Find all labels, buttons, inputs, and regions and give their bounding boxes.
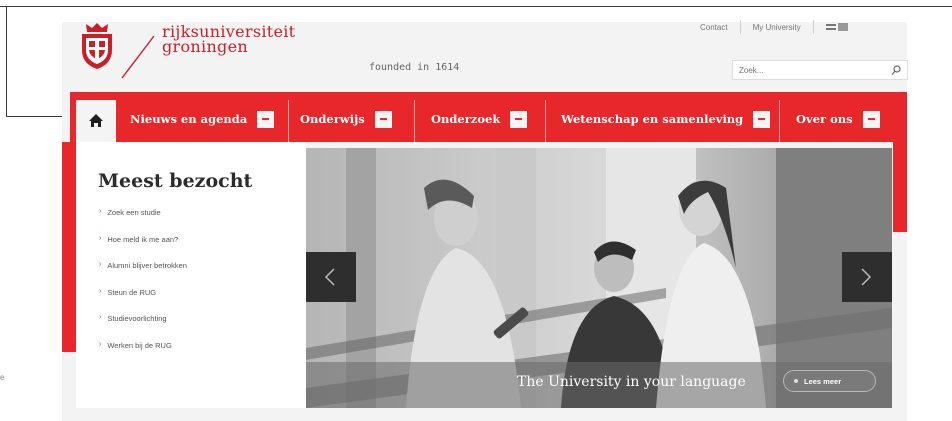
nav-item-over-ons[interactable]: Over ons: [796, 108, 880, 130]
arrow-right-icon: ›: [99, 340, 102, 348]
university-crest-icon[interactable]: [78, 22, 116, 70]
chevron-down-icon[interactable]: [862, 110, 880, 128]
utility-separator: [739, 20, 741, 34]
quick-link-label: Alumni blijver betrokken: [107, 261, 187, 270]
quick-link[interactable]: › Steun de RUG: [99, 288, 187, 315]
language-flag-icon[interactable]: [825, 23, 848, 31]
hero-caption: The University in your language: [517, 374, 746, 390]
frame-line: [6, 6, 7, 116]
nav-home-button[interactable]: [76, 100, 116, 142]
red-frame-right: [893, 142, 907, 232]
nav-divider: [288, 100, 289, 142]
search-box[interactable]: [732, 60, 908, 80]
nav-divider: [779, 100, 780, 142]
nav-divider: [414, 100, 415, 142]
chevron-down-icon[interactable]: [257, 110, 275, 128]
logo-slash-icon: [121, 35, 155, 79]
quick-link-label: Werken bij de RUG: [107, 340, 172, 350]
nav-item-onderwijs[interactable]: Onderwijs: [300, 108, 392, 130]
quick-link[interactable]: › Zoek een studie: [99, 208, 187, 235]
right-gutter: [893, 232, 907, 421]
read-more-button[interactable]: Lees meer: [783, 370, 876, 392]
nav-item-label: Onderwijs: [300, 112, 365, 126]
red-frame-left: [62, 142, 76, 352]
nav-item-label: Nieuws en agenda: [130, 112, 248, 126]
quick-link-label: Zoek een studie: [107, 208, 161, 217]
most-visited-title: Meest bezocht: [98, 170, 253, 192]
carousel-next-button[interactable]: [842, 252, 892, 302]
arrow-right-icon: ›: [99, 287, 102, 295]
chevron-down-icon[interactable]: [510, 110, 528, 128]
nav-item-nieuws[interactable]: Nieuws en agenda: [130, 108, 275, 130]
arrow-right-icon: ›: [99, 208, 102, 215]
arrow-right-icon: ›: [99, 234, 102, 242]
nav-item-onderzoek[interactable]: Onderzoek: [431, 108, 528, 130]
hero-carousel-image[interactable]: [306, 148, 892, 408]
read-more-label: Lees meer: [804, 376, 842, 386]
quick-link[interactable]: › Studievoorlichting: [99, 314, 187, 341]
quick-link-label: Studievoorlichting: [107, 314, 167, 323]
carousel-prev-button[interactable]: [306, 252, 356, 302]
arrow-right-icon: ›: [99, 261, 102, 268]
quick-link[interactable]: › Werken bij de RUG: [99, 341, 187, 368]
quick-link-label: Hoe meld ik me aan?: [107, 234, 179, 244]
quick-link-label: Steun de RUG: [107, 287, 157, 297]
frame-line: [0, 6, 952, 7]
chevron-down-icon[interactable]: [753, 110, 771, 128]
university-name[interactable]: rijksuniversiteit groningen: [162, 24, 295, 56]
quick-link[interactable]: › Alumni blijver betrokken: [99, 261, 187, 288]
hero-photo: [306, 148, 892, 408]
chevron-left-icon: [324, 268, 335, 286]
nav-item-label: Wetenschap en samenleving: [561, 112, 744, 126]
nav-item-label: Onderzoek: [431, 112, 501, 126]
chevron-down-icon[interactable]: [374, 110, 392, 128]
margin-mark: e: [0, 373, 5, 382]
utility-separator: [812, 20, 814, 34]
utility-links: Contact My University: [700, 20, 848, 34]
nav-item-wetenschap[interactable]: Wetenschap en samenleving: [561, 108, 771, 130]
nav-item-label: Over ons: [796, 112, 853, 126]
my-university-link[interactable]: My University: [753, 23, 801, 32]
arrow-right-icon: ›: [99, 314, 102, 321]
founded-tagline: founded in 1614: [369, 62, 460, 73]
nav-divider: [545, 100, 546, 142]
search-icon[interactable]: [891, 65, 901, 75]
home-icon: [89, 114, 103, 127]
chevron-right-icon: [861, 268, 872, 286]
frame-line: [6, 116, 66, 117]
university-name-line2: groningen: [162, 37, 248, 56]
bullet-icon: [794, 379, 798, 383]
most-visited-list: › Zoek een studie › Hoe meld ik me aan? › A…: [99, 208, 187, 367]
contact-link[interactable]: Contact: [700, 23, 728, 32]
search-input[interactable]: [737, 65, 881, 76]
quick-link[interactable]: › Hoe meld ik me aan?: [99, 235, 187, 262]
